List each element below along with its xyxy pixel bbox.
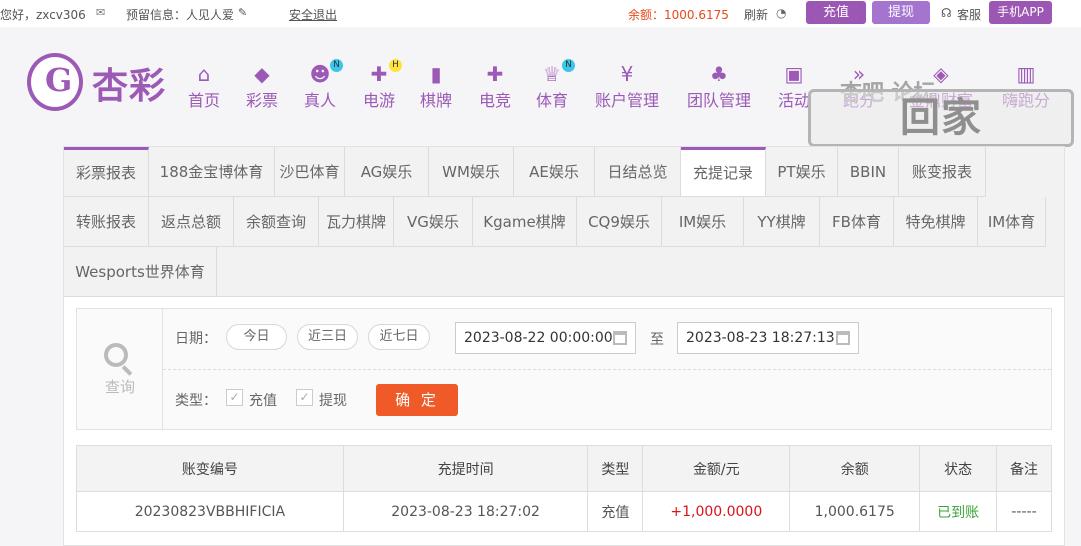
tab-2[interactable]: 沙巴体育 (275, 147, 345, 197)
tab-18[interactable]: IM娱乐 (662, 197, 744, 247)
top-bar: 您好，zxcv306 ✉ 预留信息：人见人爱 ✎ 安全退出 余额：1000.61… (0, 0, 1081, 27)
logout-link[interactable]: 安全退出 (289, 6, 337, 23)
service-link[interactable]: 客服 (957, 6, 981, 23)
search-icon (104, 343, 128, 367)
report-tabs: 彩票报表 188金宝博体育 沙巴体育 AG娱乐 WM娱乐 AE娱乐 日结总览 充提记录 PT娱乐… (64, 147, 1064, 297)
nav-item-8[interactable]: ♣ 团队管理 (679, 61, 759, 111)
tab-20[interactable]: FB体育 (820, 197, 894, 247)
reserved-info: 预留信息：人见人爱 (126, 8, 235, 22)
query-form: 查询 日期： 今日 近三日 近七日 2023-08-22 00:00:00 至 … (76, 308, 1052, 430)
column-header: 状态 (919, 445, 998, 492)
table-cell: ----- (996, 491, 1052, 532)
watermark-logo: 回家015.com (808, 89, 1074, 193)
tab-9[interactable]: BBIN (838, 147, 899, 197)
last-7-days-button[interactable]: 近七日 (368, 324, 430, 350)
yen-icon: ¥ (620, 62, 634, 86)
tab-8[interactable]: PT娱乐 (766, 147, 838, 197)
divider (163, 369, 1051, 370)
column-header: 备注 (996, 445, 1052, 492)
tab-1[interactable]: 188金宝博体育 (149, 147, 275, 197)
type-label: 类型： (175, 393, 217, 409)
nav-item-label: 账户管理 (594, 91, 659, 110)
nav-item-label: 体育 (535, 91, 568, 110)
tab-10[interactable]: 账变报表 (899, 147, 986, 197)
table-cell: 1,000.6175 (789, 491, 921, 532)
deposit-button[interactable]: 充值 (806, 1, 866, 24)
deposit-type-label: 充值 (249, 393, 277, 409)
tab-15[interactable]: VG娱乐 (394, 197, 473, 247)
table-cell: 20230823VBBHIFICIA (76, 491, 344, 532)
edit-icon[interactable]: ✎ (238, 6, 247, 19)
nav-item-7[interactable]: ¥ 账户管理 (587, 61, 667, 111)
calendar-icon[interactable] (613, 331, 627, 345)
logo-icon[interactable]: G (27, 53, 83, 111)
nav-item-label: 团队管理 (686, 91, 751, 110)
tab-4[interactable]: WM娱乐 (429, 147, 514, 197)
balance-text: 余额：1000.6175 (628, 8, 729, 22)
deposit-checkbox[interactable]: ✓ (226, 389, 243, 406)
chart-icon: ▥ (1016, 62, 1036, 86)
end-date-input[interactable]: 2023-08-23 18:27:13 (677, 322, 859, 354)
table-cell: 2023-08-23 18:27:02 (342, 491, 589, 532)
tab-6[interactable]: 日结总览 (595, 147, 681, 197)
table-body: 20230823VBBHIFICIA 2023-08-23 18:27:02 充值 +… (76, 491, 1052, 532)
tab-11[interactable]: 转账报表 (64, 197, 149, 247)
date-label: 日期： (175, 331, 217, 347)
headset-icon[interactable]: ☊ (941, 6, 952, 20)
tab-22[interactable]: IM体育 (978, 197, 1046, 247)
withdraw-button[interactable]: 提现 (872, 1, 930, 24)
query-side: 查询 (77, 309, 163, 429)
table-cell: 充值 (587, 491, 644, 532)
tab-17[interactable]: CQ9娱乐 (577, 197, 662, 247)
to-label: 至 (650, 332, 664, 348)
column-header: 余额 (789, 445, 921, 492)
query-label: 查询 (104, 378, 135, 396)
report-panel: 彩票报表 188金宝博体育 沙巴体育 AG娱乐 WM娱乐 AE娱乐 日结总览 充提记录 PT娱乐… (63, 146, 1065, 546)
new-badge: N (562, 59, 575, 72)
mail-icon: ✉ (96, 6, 106, 19)
table-cell: +1,000.0000 (642, 491, 791, 532)
table-cell: 已到账 (919, 491, 998, 532)
confirm-button[interactable]: 确 定 (376, 384, 458, 416)
refresh-link[interactable]: 刷新 (744, 6, 768, 23)
trophy-icon: ♕ (543, 62, 561, 86)
mobile-app-button[interactable]: 手机APP (989, 1, 1052, 24)
start-date-input[interactable]: 2023-08-22 00:00:00 (455, 322, 636, 354)
tab-12[interactable]: 返点总额 (149, 197, 234, 247)
column-header: 金额/元 (642, 445, 791, 492)
calendar-icon[interactable] (836, 331, 850, 345)
tab-16[interactable]: Kgame棋牌 (473, 197, 577, 247)
team-icon: ♣ (710, 62, 728, 86)
tab-0[interactable]: 彩票报表 (64, 147, 149, 197)
column-header: 账变编号 (76, 445, 344, 492)
greeting-text: 您好，zxcv306 (0, 8, 86, 22)
today-button[interactable]: 今日 (226, 324, 287, 350)
last-3-days-button[interactable]: 近三日 (297, 324, 358, 350)
nav-item-6[interactable]: ♕ 体育 N (512, 59, 592, 111)
withdraw-type-label: 提现 (319, 393, 347, 409)
withdraw-checkbox[interactable]: ✓ (296, 389, 313, 406)
column-header: 类型 (587, 445, 644, 492)
tab-7[interactable]: 充提记录 (681, 147, 766, 197)
tab-3[interactable]: AG娱乐 (345, 147, 429, 197)
tab-13[interactable]: 余额查询 (234, 197, 319, 247)
column-header: 充提时间 (342, 445, 589, 492)
tab-19[interactable]: YY棋牌 (744, 197, 820, 247)
logo-text[interactable]: 杏彩 (92, 57, 166, 109)
eye-slash-icon[interactable]: ◔ (776, 6, 786, 20)
tab-5[interactable]: AE娱乐 (514, 147, 595, 197)
tab-21[interactable]: 特免棋牌 (894, 197, 978, 247)
table-row: 20230823VBBHIFICIA 2023-08-23 18:27:02 充值 +… (76, 491, 1052, 532)
records-table: 账变编号 充提时间 类型 金额/元 余额 状态 备注 20230823VBBHIFICIA 2… (76, 445, 1052, 532)
table-header-row: 账变编号 充提时间 类型 金额/元 余额 状态 备注 (76, 445, 1052, 492)
tab-23[interactable]: Wesports世界体育 (64, 247, 217, 297)
tab-14[interactable]: 瓦力棋牌 (319, 197, 394, 247)
